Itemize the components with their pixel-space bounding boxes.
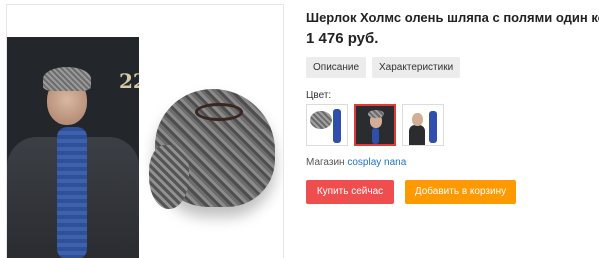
swatch-hat-image bbox=[310, 111, 332, 129]
model-scarf bbox=[57, 127, 87, 258]
swatch-face bbox=[412, 113, 423, 126]
swatch-coat bbox=[409, 125, 425, 145]
product-title: Шерлок Холмс олень шляпа с полями один к… bbox=[306, 10, 599, 25]
color-option-model-scarf[interactable] bbox=[402, 104, 444, 146]
product-tabs: Описание Характеристики bbox=[306, 57, 461, 78]
model-photo: 22 bbox=[7, 37, 139, 258]
hat-ear-flap bbox=[149, 145, 189, 209]
model-cap bbox=[43, 67, 91, 91]
tab-characteristics[interactable]: Характеристики bbox=[372, 57, 461, 78]
swatch-scarf-image bbox=[333, 109, 341, 143]
shop-link[interactable]: cosplay nana bbox=[347, 157, 406, 168]
product-gallery: 22 bbox=[6, 4, 284, 258]
product-price: 1 476 руб. bbox=[306, 30, 379, 47]
swatch-scarf bbox=[429, 111, 437, 143]
add-to-cart-button[interactable]: Добавить в корзину bbox=[405, 180, 516, 204]
product-main-image[interactable]: 22 bbox=[7, 37, 283, 258]
swatch-model-scarf bbox=[372, 128, 379, 144]
color-label: Цвет: bbox=[306, 90, 332, 101]
shop-info: Магазин cosplay nana bbox=[306, 157, 406, 168]
color-option-model[interactable] bbox=[354, 104, 396, 146]
color-option-hat-scarf[interactable] bbox=[306, 104, 348, 146]
hat-photo bbox=[139, 37, 283, 258]
shop-prefix: Магазин bbox=[306, 157, 345, 168]
hat-bow bbox=[195, 103, 243, 121]
tab-description[interactable]: Описание bbox=[306, 57, 367, 78]
color-swatches bbox=[306, 104, 444, 146]
swatch-model-cap bbox=[368, 110, 384, 118]
buy-now-button[interactable]: Купить сейчас bbox=[306, 180, 394, 204]
door-number: 22 bbox=[119, 69, 139, 93]
